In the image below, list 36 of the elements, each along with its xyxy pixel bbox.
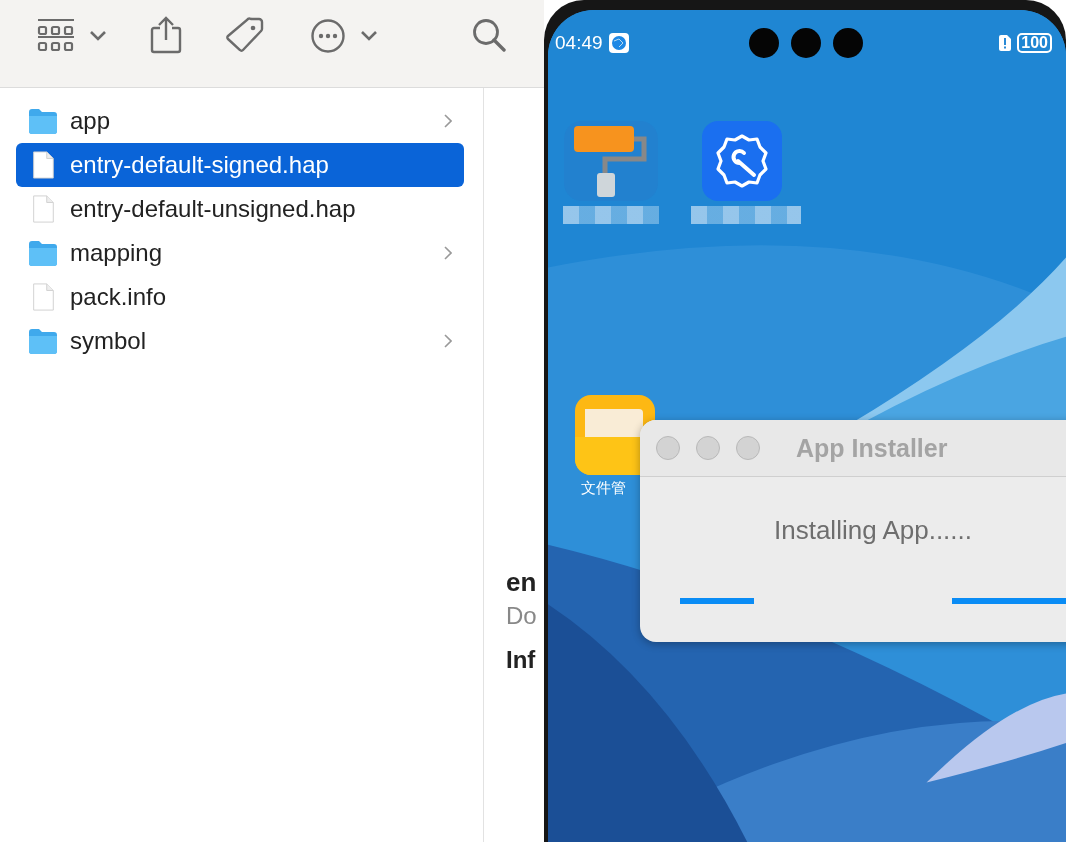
app-label: 文件管 (581, 479, 626, 498)
file-row[interactable]: pack.info (16, 275, 464, 319)
file-row[interactable]: symbol (16, 319, 464, 363)
folder-icon (28, 239, 58, 267)
more-icon[interactable] (311, 19, 345, 53)
folder-icon (28, 327, 58, 355)
search-icon[interactable] (472, 18, 506, 52)
sim-alert-icon (999, 35, 1012, 51)
file-row[interactable]: app (16, 99, 464, 143)
tag-icon[interactable] (225, 17, 265, 55)
file-name: pack.info (70, 283, 168, 311)
chevron-down-icon[interactable] (360, 30, 378, 42)
window-title: App Installer (796, 433, 948, 463)
chevron-right-icon (444, 334, 452, 348)
preview-kind: Do (506, 601, 538, 631)
folder-icon (28, 107, 58, 135)
paint-roller-app-icon[interactable] (564, 121, 658, 201)
preview-title: en (506, 566, 538, 598)
file-name: entry-default-unsigned.hap (70, 195, 357, 223)
status-time: 04:49 (555, 32, 603, 54)
file-row[interactable]: mapping (16, 231, 464, 275)
file-name: mapping (70, 239, 164, 267)
file-row[interactable]: entry-default-signed.hap (16, 143, 464, 187)
chevron-right-icon (444, 114, 452, 128)
battery-level: 100 (1017, 33, 1052, 53)
file-name: symbol (70, 327, 148, 355)
grid-view-icon[interactable] (37, 18, 75, 52)
file-name: entry-default-signed.hap (70, 151, 330, 179)
file-row[interactable]: entry-default-unsigned.hap (16, 187, 464, 231)
share-icon[interactable] (150, 16, 182, 54)
gear-wrench-app-icon[interactable] (702, 121, 782, 201)
preview-section-title: Inf (506, 645, 537, 675)
chevron-right-icon (444, 246, 452, 260)
chevron-down-icon[interactable] (89, 30, 107, 42)
file-name: app (70, 107, 112, 135)
status-message: Installing App...... (773, 515, 973, 546)
